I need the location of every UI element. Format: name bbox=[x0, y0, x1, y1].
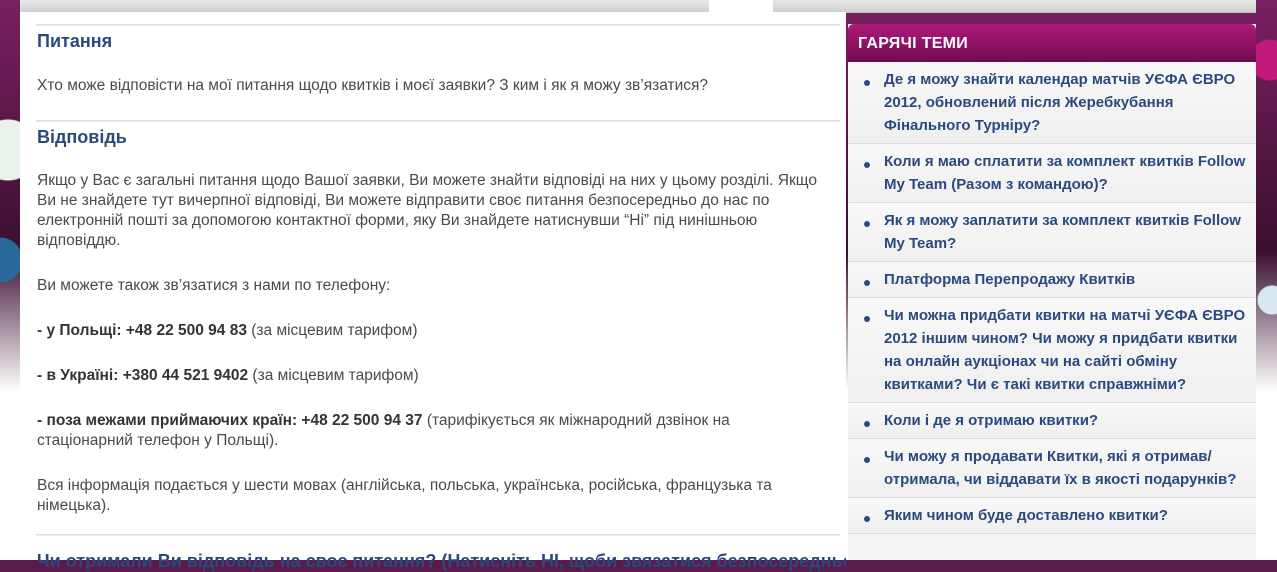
hot-topic-link[interactable]: Коли і де я отримаю квитки? bbox=[884, 409, 1246, 432]
list-item[interactable]: Чи можу я продавати Квитки, які я отрима… bbox=[848, 439, 1256, 498]
hot-topics-sidebar: ГАРЯЧІ ТЕМИ Де я можу знайти календар ма… bbox=[848, 24, 1256, 560]
list-item[interactable]: Як я можу заплатити за комплект квитків … bbox=[848, 203, 1256, 262]
list-item[interactable]: Де я можу знайти календар матчів УЄФА ЄВ… bbox=[848, 62, 1256, 144]
phone-ukraine: - в Україні: +380 44 521 9402 (за місцев… bbox=[20, 366, 846, 386]
phone-international: - поза межами приймаючих країн: +48 22 5… bbox=[20, 411, 846, 451]
hot-topic-link[interactable]: Де я можу знайти календар матчів УЄФА ЄВ… bbox=[884, 68, 1246, 137]
bullet-icon bbox=[864, 457, 870, 463]
languages-note: Вся інформація подається у шести мовах (… bbox=[37, 477, 772, 514]
answer-paragraph: Ви можете також зв’язатися з нами по тел… bbox=[37, 277, 391, 294]
bullet-icon bbox=[864, 516, 870, 522]
question-heading: Питання bbox=[37, 31, 113, 51]
sidebar-title: ГАРЯЧІ ТЕМИ bbox=[848, 24, 1256, 62]
bullet-icon bbox=[864, 280, 870, 286]
list-item[interactable]: Платформа Перепродажу Квитків bbox=[848, 262, 1256, 298]
hot-topic-link[interactable]: Коли я маю сплатити за комплект квитків … bbox=[884, 150, 1246, 196]
phone-label: - в Україні: +380 44 521 9402 bbox=[37, 367, 249, 384]
answer-heading: Відповідь bbox=[37, 127, 127, 147]
bullet-icon bbox=[864, 80, 870, 86]
faq-content: Питання Хто може відповісти на мої питан… bbox=[20, 12, 846, 571]
phone-label: - у Польщі: +48 22 500 94 83 bbox=[37, 322, 247, 339]
feedback-heading: Чи отримали Ви відповідь на своє питання… bbox=[37, 551, 846, 571]
hot-topics-list: Де я можу знайти календар матчів УЄФА ЄВ… bbox=[848, 62, 1256, 534]
answer-paragraph: Якщо у Вас є загальні питання щодо Вашої… bbox=[37, 172, 817, 249]
divider bbox=[36, 120, 840, 122]
hot-topic-link[interactable]: Чи можна придбати квитки на матчі УЄФА Є… bbox=[884, 304, 1246, 396]
phone-poland: - у Польщі: +48 22 500 94 83 (за місцеви… bbox=[20, 321, 846, 341]
bullet-icon bbox=[864, 316, 870, 322]
list-item[interactable]: Коли я маю сплатити за комплект квитків … bbox=[848, 144, 1256, 203]
question-text: Хто може відповісти на мої питання щодо … bbox=[37, 77, 709, 94]
phone-note: (за місцевим тарифом) bbox=[248, 367, 419, 384]
list-item[interactable]: Коли і де я отримаю квитки? bbox=[848, 403, 1256, 439]
list-item[interactable]: Чи можна придбати квитки на матчі УЄФА Є… bbox=[848, 298, 1256, 403]
list-item[interactable]: Яким чином буде доставлено квитки? bbox=[848, 498, 1256, 534]
hot-topic-link[interactable]: Платформа Перепродажу Квитків bbox=[884, 268, 1246, 291]
phone-note: (за місцевим тарифом) bbox=[246, 322, 418, 339]
bullet-icon bbox=[864, 421, 870, 427]
bullet-icon bbox=[864, 162, 870, 168]
hot-topic-link[interactable]: Чи можу я продавати Квитки, які я отрима… bbox=[884, 445, 1246, 491]
divider bbox=[36, 24, 840, 26]
bullet-icon bbox=[864, 221, 870, 227]
divider bbox=[36, 534, 840, 536]
hot-topic-link[interactable]: Яким чином буде доставлено квитки? bbox=[884, 504, 1246, 527]
hot-topic-link[interactable]: Як я можу заплатити за комплект квитків … bbox=[884, 209, 1246, 255]
phone-label: - поза межами приймаючих країн: +48 22 5… bbox=[37, 412, 423, 429]
